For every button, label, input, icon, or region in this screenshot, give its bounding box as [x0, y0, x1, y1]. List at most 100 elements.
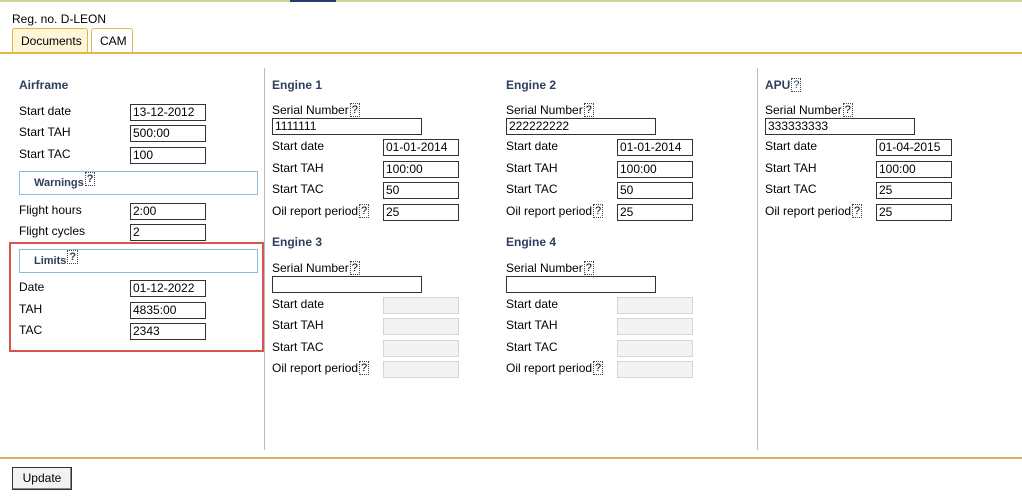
- engine4-serial-label-text: Serial Number: [506, 261, 583, 275]
- engine4-start-tah-input[interactable]: [617, 318, 693, 335]
- limits-tah-input[interactable]: 4835:00: [130, 302, 206, 319]
- engine1-serial-label-text: Serial Number: [272, 103, 349, 117]
- engine1-start-tah-input[interactable]: 100:00: [383, 161, 459, 178]
- update-button[interactable]: Update: [12, 467, 72, 490]
- engine2-start-tac-input[interactable]: 50: [617, 182, 693, 199]
- engine2-oil-label: Oil report period?: [506, 204, 604, 218]
- engine1-serial-input[interactable]: 1111111: [272, 118, 422, 135]
- engine4-start-tac-input[interactable]: [617, 340, 693, 357]
- airframe-start-tac-label: Start TAC: [19, 147, 71, 161]
- registration-number: Reg. no. D-LEON: [12, 12, 107, 26]
- engine1-title: Engine 1: [272, 78, 323, 92]
- engine4-title: Engine 4: [506, 235, 557, 249]
- limits-tac-input[interactable]: 2343: [130, 323, 206, 340]
- limits-help-icon[interactable]: ?: [67, 250, 79, 264]
- engine1-start-tah-label: Start TAH: [272, 161, 324, 175]
- limits-title: Limits: [34, 255, 67, 267]
- engine3-oil-help-icon[interactable]: ?: [359, 361, 370, 375]
- engine2-start-tah-label: Start TAH: [506, 161, 558, 175]
- apu-start-tah-input[interactable]: 100:00: [876, 161, 952, 178]
- warnings-panel: Warnings?: [19, 171, 258, 195]
- engine2-start-date-input[interactable]: 01-01-2014: [617, 139, 693, 156]
- column-separator: [264, 68, 265, 450]
- engine3-start-tac-input[interactable]: [383, 340, 459, 357]
- engine4-start-date-label: Start date: [506, 297, 559, 311]
- limits-panel: Limits?: [19, 249, 258, 273]
- engine4-oil-input[interactable]: [617, 361, 693, 378]
- limits-date-label: Date: [19, 280, 45, 294]
- engine2-serial-label: Serial Number?: [506, 103, 594, 117]
- engine4-oil-label: Oil report period?: [506, 361, 604, 375]
- apu-title: APU: [765, 78, 791, 92]
- warnings-help-icon[interactable]: ?: [84, 172, 96, 186]
- flight-hours-label: Flight hours: [19, 203, 82, 217]
- apu-oil-help-icon[interactable]: ?: [852, 204, 863, 218]
- engine4-start-date-input[interactable]: [617, 297, 693, 314]
- top-border: [0, 0, 1022, 2]
- engine3-serial-label: Serial Number?: [272, 261, 360, 275]
- engine2-oil-label-text: Oil report period: [506, 204, 593, 218]
- airframe-start-date-input[interactable]: 13-12-2012: [130, 104, 206, 121]
- engine1-oil-input[interactable]: 25: [383, 204, 459, 221]
- flight-cycles-label: Flight cycles: [19, 224, 86, 238]
- engine1-oil-help-icon[interactable]: ?: [359, 204, 370, 218]
- apu-help-icon[interactable]: ?: [791, 78, 802, 92]
- engine3-oil-input[interactable]: [383, 361, 459, 378]
- engine3-start-date-input[interactable]: [383, 297, 459, 314]
- apu-oil-input[interactable]: 25: [876, 204, 952, 221]
- flight-cycles-input[interactable]: 2: [130, 224, 206, 241]
- airframe-start-tah-input[interactable]: 500:00: [130, 125, 206, 142]
- engine4-serial-help-icon[interactable]: ?: [583, 261, 594, 275]
- apu-start-tac-label: Start TAC: [765, 182, 817, 196]
- apu-start-tac-input[interactable]: 25: [876, 182, 952, 199]
- airframe-start-date-label: Start date: [19, 104, 72, 118]
- engine2-serial-input[interactable]: 222222222: [506, 118, 656, 135]
- engine2-oil-help-icon[interactable]: ?: [593, 204, 604, 218]
- engine1-start-date-input[interactable]: 01-01-2014: [383, 139, 459, 156]
- engine3-serial-label-text: Serial Number: [272, 261, 349, 275]
- column-separator: [757, 68, 758, 450]
- engine2-serial-help-icon[interactable]: ?: [583, 103, 594, 117]
- engine3-serial-help-icon[interactable]: ?: [349, 261, 360, 275]
- engine4-oil-label-text: Oil report period: [506, 361, 593, 375]
- airframe-start-tah-label: Start TAH: [19, 125, 71, 139]
- engine1-start-date-label: Start date: [272, 139, 325, 153]
- tab-cam[interactable]: CAM: [91, 28, 133, 54]
- apu-start-date-label: Start date: [765, 139, 818, 153]
- limits-date-input[interactable]: 01-12-2022: [130, 280, 206, 297]
- apu-serial-help-icon[interactable]: ?: [842, 103, 853, 117]
- apu-title-row: APU?: [765, 78, 802, 92]
- engine1-start-tac-input[interactable]: 50: [383, 182, 459, 199]
- engine2-start-tah-input[interactable]: 100:00: [617, 161, 693, 178]
- engine1-oil-label: Oil report period?: [272, 204, 370, 218]
- apu-serial-label-text: Serial Number: [765, 103, 842, 117]
- engine1-serial-label: Serial Number?: [272, 103, 360, 117]
- engine3-start-tah-input[interactable]: [383, 318, 459, 335]
- engine3-oil-label-text: Oil report period: [272, 361, 359, 375]
- limits-tac-label: TAC: [19, 323, 43, 337]
- footer-divider: [0, 457, 1022, 459]
- engine4-start-tah-label: Start TAH: [506, 318, 558, 332]
- engine1-serial-help-icon[interactable]: ?: [349, 103, 360, 117]
- engine3-serial-input[interactable]: [272, 276, 422, 293]
- engine2-oil-input[interactable]: 25: [617, 204, 693, 221]
- flight-hours-input[interactable]: 2:00: [130, 203, 206, 220]
- limits-tah-label: TAH: [19, 302, 43, 316]
- top-accent: [290, 0, 336, 2]
- engine2-title: Engine 2: [506, 78, 557, 92]
- engine4-serial-input[interactable]: [506, 276, 656, 293]
- apu-start-date-input[interactable]: 01-04-2015: [876, 139, 952, 156]
- tab-documents[interactable]: Documents: [12, 28, 88, 52]
- apu-start-tah-label: Start TAH: [765, 161, 817, 175]
- apu-oil-label-text: Oil report period: [765, 204, 852, 218]
- warnings-title: Warnings: [34, 177, 84, 189]
- engine2-start-date-label: Start date: [506, 139, 559, 153]
- engine2-start-tac-label: Start TAC: [506, 182, 558, 196]
- engine3-start-tac-label: Start TAC: [272, 340, 324, 354]
- engine3-start-tah-label: Start TAH: [272, 318, 324, 332]
- engine4-oil-help-icon[interactable]: ?: [593, 361, 604, 375]
- engine3-start-date-label: Start date: [272, 297, 325, 311]
- airframe-start-tac-input[interactable]: 100: [130, 147, 206, 164]
- apu-serial-input[interactable]: 333333333: [765, 118, 915, 135]
- engine1-start-tac-label: Start TAC: [272, 182, 324, 196]
